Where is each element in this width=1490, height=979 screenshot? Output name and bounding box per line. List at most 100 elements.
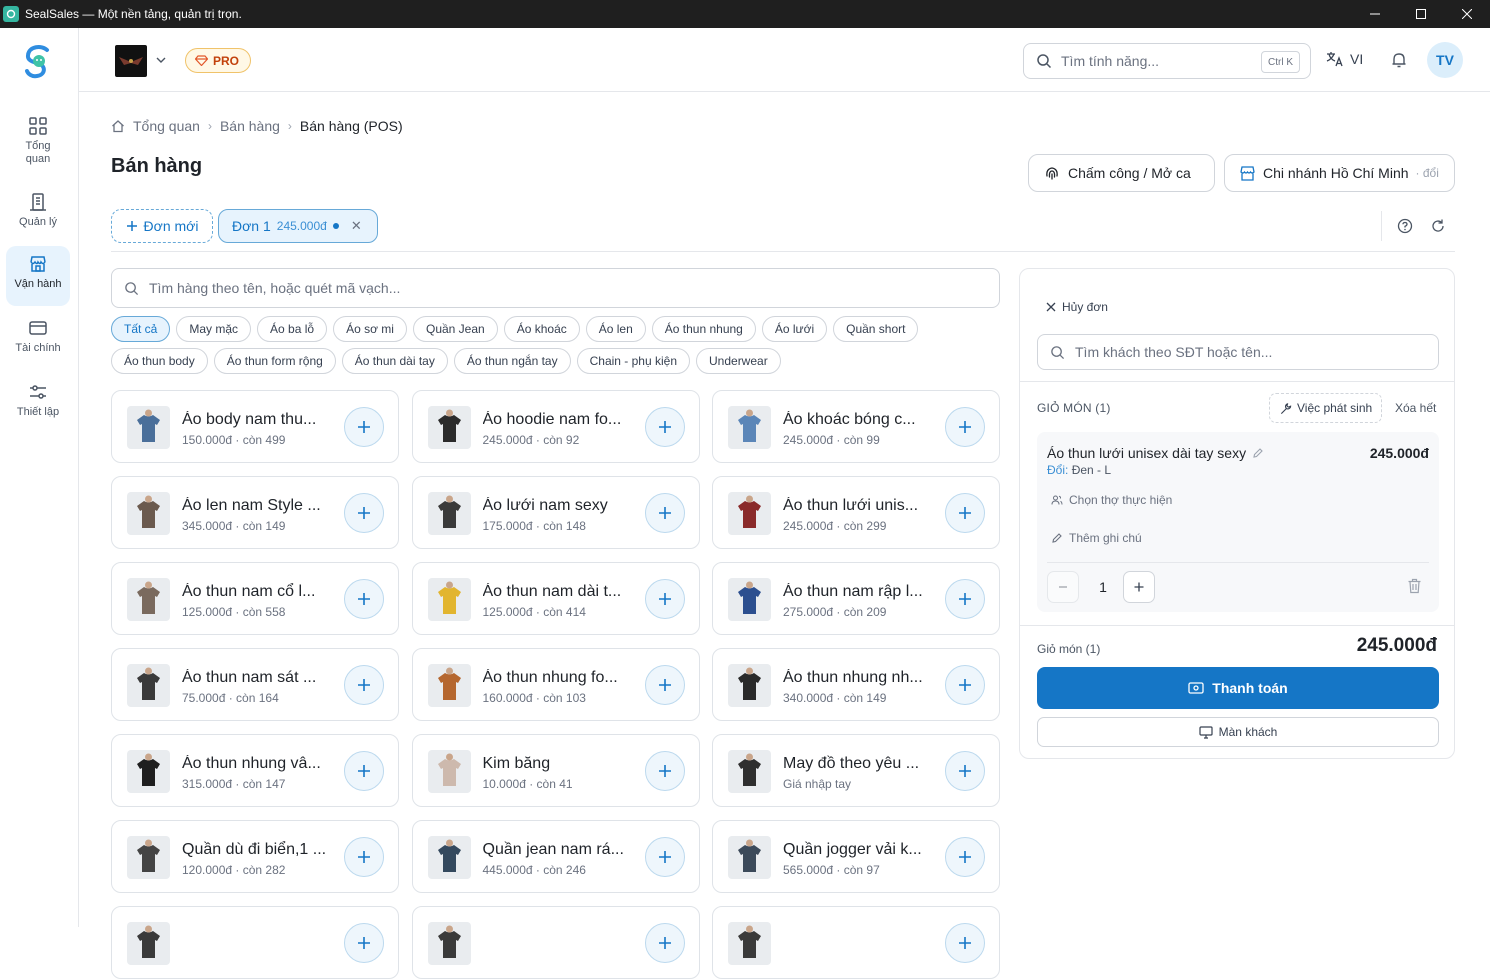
category-chip[interactable]: Chain - phụ kiện bbox=[576, 348, 690, 374]
order-tab-1[interactable]: Đơn 1 245.000đ ✕ bbox=[218, 209, 378, 243]
avatar[interactable]: TV bbox=[1427, 42, 1463, 78]
product-card[interactable]: Quần dù đi biển,1 ... 120.000đ · còn 282 bbox=[111, 820, 399, 893]
category-chip[interactable]: Quần Jean bbox=[412, 316, 498, 342]
product-card[interactable]: Áo thun nam cổ l... 125.000đ · còn 558 bbox=[111, 562, 399, 635]
sidebar-item-management[interactable]: Quản lý bbox=[6, 184, 70, 244]
sealsales-logo[interactable] bbox=[22, 44, 56, 80]
product-card[interactable]: Áo thun nam rập l... 275.000đ · còn 209 bbox=[712, 562, 1000, 635]
breadcrumb-overview[interactable]: Tổng quan bbox=[133, 118, 200, 134]
maximize-button[interactable] bbox=[1398, 0, 1444, 28]
quantity-increase-button[interactable] bbox=[1123, 571, 1155, 603]
help-icon[interactable] bbox=[1397, 218, 1413, 234]
minimize-button[interactable] bbox=[1352, 0, 1398, 28]
add-to-cart-button[interactable] bbox=[945, 579, 985, 619]
category-chip[interactable]: Áo len bbox=[585, 316, 646, 342]
edit-icon[interactable] bbox=[1252, 447, 1264, 459]
notifications-button[interactable] bbox=[1390, 51, 1408, 69]
breadcrumb-sales[interactable]: Bán hàng bbox=[220, 118, 280, 134]
product-card[interactable]: Áo hoodie nam fo... 245.000đ · còn 92 bbox=[411, 390, 700, 463]
product-card[interactable]: Áo khoác bóng c... 245.000đ · còn 99 bbox=[712, 390, 1000, 463]
product-card[interactable]: Áo thun nhung nh... 340.000đ · còn 149 bbox=[712, 648, 1000, 721]
add-to-cart-button[interactable] bbox=[945, 665, 985, 705]
branch-change-link[interactable]: · đổi bbox=[1416, 166, 1439, 180]
add-to-cart-button[interactable] bbox=[945, 923, 985, 963]
product-card[interactable] bbox=[111, 906, 399, 979]
category-chip[interactable]: Áo sơ mi bbox=[333, 316, 407, 342]
product-card[interactable]: Quần jogger vải k... 565.000đ · còn 97 bbox=[712, 820, 1000, 893]
category-chip[interactable]: Áo thun nhung bbox=[651, 316, 756, 342]
product-card[interactable] bbox=[411, 906, 700, 979]
cancel-order-button[interactable]: Hủy đơn bbox=[1046, 300, 1108, 314]
customer-search-input[interactable]: Tìm khách theo SĐT hoặc tên... bbox=[1037, 334, 1439, 370]
add-to-cart-button[interactable] bbox=[945, 837, 985, 877]
customer-screen-button[interactable]: Màn khách bbox=[1037, 717, 1439, 747]
product-card[interactable]: Kim băng 10.000đ · còn 41 bbox=[411, 734, 700, 807]
category-chip[interactable]: May mặc bbox=[176, 316, 252, 342]
add-to-cart-button[interactable] bbox=[344, 493, 384, 533]
add-to-cart-button[interactable] bbox=[945, 493, 985, 533]
add-to-cart-button[interactable] bbox=[344, 751, 384, 791]
add-to-cart-button[interactable] bbox=[644, 837, 685, 877]
category-chip[interactable]: Áo thun dài tay bbox=[341, 348, 448, 374]
checkout-button[interactable]: Thanh toán bbox=[1037, 667, 1439, 709]
quantity-decrease-button[interactable] bbox=[1047, 571, 1079, 603]
sidebar-item-overview[interactable]: Tổng quan bbox=[6, 108, 70, 168]
product-card[interactable]: Áo thun nam dài t... 125.000đ · còn 414 bbox=[411, 562, 700, 635]
category-chip[interactable]: Underwear bbox=[696, 348, 781, 374]
product-card[interactable]: Áo thun nam sát ... 75.000đ · còn 164 bbox=[111, 648, 399, 721]
product-card[interactable]: May đồ theo yêu ... Giá nhập tay bbox=[712, 734, 1000, 807]
new-order-tab[interactable]: Đơn mới bbox=[111, 209, 213, 243]
close-window-button[interactable] bbox=[1444, 0, 1490, 28]
product-card[interactable]: Áo lưới nam sexy 175.000đ · còn 148 bbox=[411, 476, 700, 549]
add-to-cart-button[interactable] bbox=[644, 665, 685, 705]
product-card[interactable]: Quần jean nam rá... 445.000đ · còn 246 bbox=[411, 820, 700, 893]
refresh-icon[interactable] bbox=[1430, 218, 1446, 234]
sidebar-item-operations[interactable]: Vận hành bbox=[6, 246, 70, 306]
branch-switch-button[interactable]: Chi nhánh Hồ Chí Minh · đổi bbox=[1224, 154, 1455, 192]
category-chip[interactable]: Áo lưới bbox=[761, 316, 828, 342]
category-chip[interactable]: Quần short bbox=[833, 316, 919, 342]
product-card[interactable]: Áo len nam Style ... 345.000đ · còn 149 bbox=[111, 476, 399, 549]
category-chip[interactable]: Áo thun body bbox=[111, 348, 208, 374]
category-chip[interactable]: Áo thun form rộng bbox=[213, 348, 336, 374]
add-to-cart-button[interactable] bbox=[644, 751, 685, 791]
add-to-cart-button[interactable] bbox=[344, 837, 384, 877]
misc-charge-button[interactable]: Việc phát sinh bbox=[1269, 393, 1383, 423]
sidebar-item-finance[interactable]: Tài chính bbox=[6, 310, 70, 370]
add-to-cart-button[interactable] bbox=[644, 493, 685, 533]
product-card[interactable]: Áo thun nhung vâ... 315.000đ · còn 147 bbox=[111, 734, 399, 807]
close-order-tab-icon[interactable]: ✕ bbox=[351, 218, 362, 234]
category-chip[interactable]: Tất cả bbox=[111, 316, 171, 342]
add-to-cart-button[interactable] bbox=[644, 923, 685, 963]
product-search-input[interactable]: Tìm hàng theo tên, hoặc quét mã vạch... bbox=[111, 268, 1000, 308]
clear-all-button[interactable]: Xóa hết bbox=[1395, 401, 1436, 415]
product-card[interactable]: Áo body nam thu... 150.000đ · còn 499 bbox=[111, 390, 399, 463]
add-to-cart-button[interactable] bbox=[644, 407, 685, 447]
store-logo[interactable] bbox=[115, 45, 147, 77]
category-chip[interactable]: Áo thun ngắn tay bbox=[453, 348, 571, 374]
store-switcher-caret[interactable] bbox=[156, 55, 166, 65]
product-card[interactable]: Áo thun lưới unis... 245.000đ · còn 299 bbox=[712, 476, 1000, 549]
pro-badge[interactable]: PRO bbox=[185, 48, 252, 73]
sidebar-item-settings[interactable]: Thiết lập bbox=[6, 374, 70, 434]
add-to-cart-button[interactable] bbox=[344, 923, 384, 963]
category-chip[interactable]: Áo ba lỗ bbox=[257, 316, 328, 342]
product-card[interactable]: Áo thun nhung fo... 160.000đ · còn 103 bbox=[411, 648, 700, 721]
cart-item-variant[interactable]: Đổi: Đen - L bbox=[1047, 463, 1111, 477]
timekeeping-button[interactable]: Chấm công / Mở ca bbox=[1028, 154, 1215, 192]
language-switcher[interactable]: VI bbox=[1326, 51, 1363, 67]
add-to-cart-button[interactable] bbox=[344, 579, 384, 619]
add-to-cart-button[interactable] bbox=[945, 751, 985, 791]
product-card[interactable] bbox=[712, 906, 1000, 979]
remove-item-button[interactable] bbox=[1407, 578, 1422, 594]
add-to-cart-button[interactable] bbox=[945, 407, 985, 447]
product-price-stock: Giá nhập tay bbox=[783, 777, 852, 791]
add-to-cart-button[interactable] bbox=[644, 579, 685, 619]
add-to-cart-button[interactable] bbox=[344, 407, 384, 447]
add-note-button[interactable]: Thêm ghi chú bbox=[1051, 531, 1142, 545]
choose-staff-button[interactable]: Chọn thợ thực hiện bbox=[1051, 493, 1172, 507]
category-chip[interactable]: Áo khoác bbox=[503, 316, 580, 342]
feature-search-input[interactable]: Tìm tính năng... Ctrl K bbox=[1023, 43, 1311, 79]
add-to-cart-button[interactable] bbox=[344, 665, 384, 705]
product-thumbnail bbox=[728, 922, 771, 965]
